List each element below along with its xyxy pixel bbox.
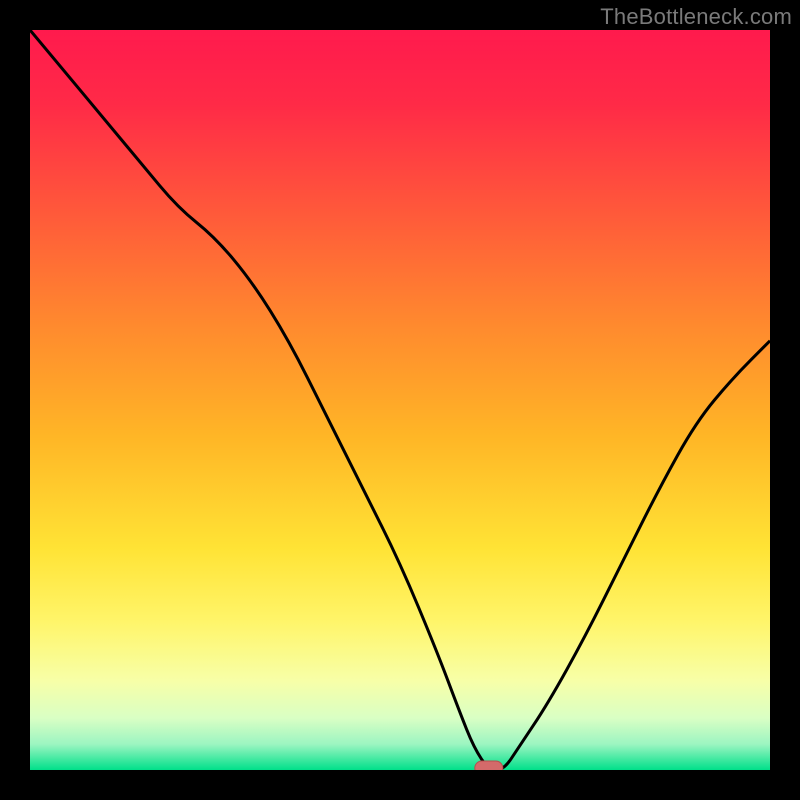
gradient-background bbox=[30, 30, 770, 770]
watermark-text: TheBottleneck.com bbox=[600, 4, 792, 30]
plot-area bbox=[30, 30, 770, 770]
minimum-marker bbox=[475, 761, 503, 770]
chart-svg bbox=[30, 30, 770, 770]
chart-frame: TheBottleneck.com bbox=[0, 0, 800, 800]
